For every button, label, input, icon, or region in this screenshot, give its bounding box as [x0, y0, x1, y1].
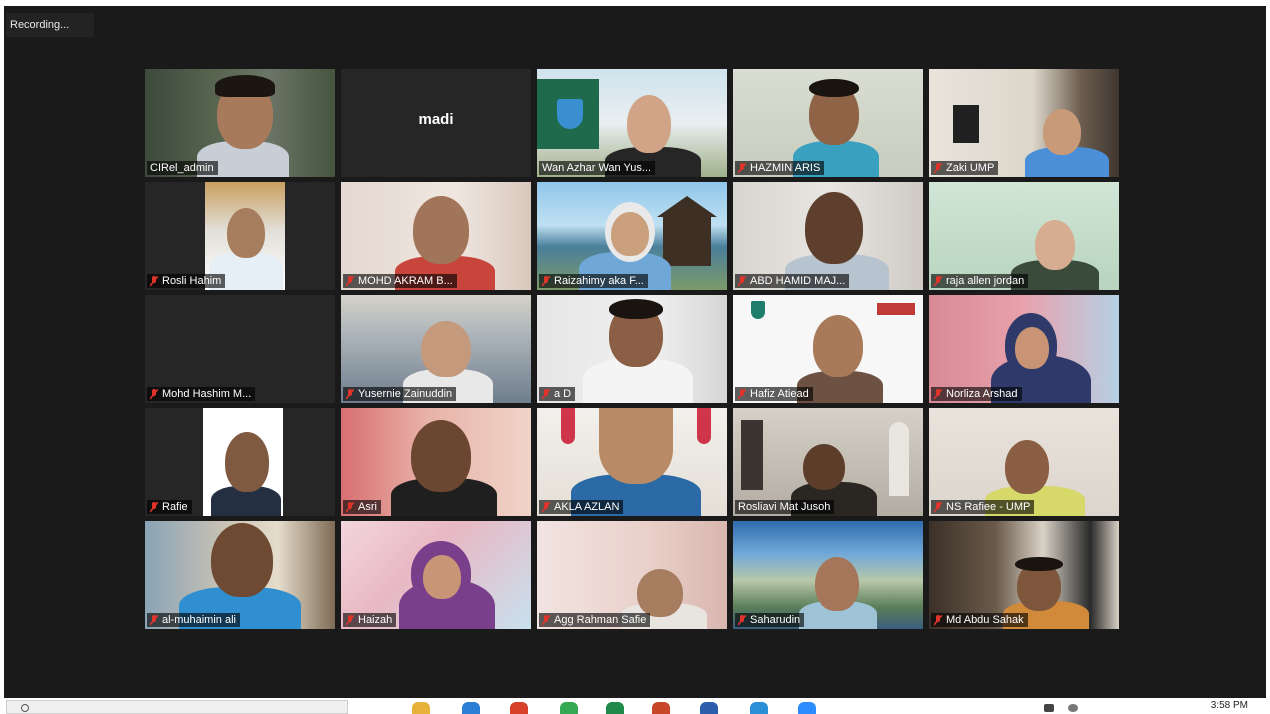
- muted-mic-icon: [150, 388, 158, 400]
- network-icon[interactable]: [1068, 704, 1078, 712]
- muted-mic-icon: [934, 275, 942, 287]
- muted-mic-icon: [738, 388, 746, 400]
- participant-name-label: MOHD AKRAM B...: [343, 274, 457, 288]
- chrome-icon[interactable]: [560, 702, 578, 714]
- windows-taskbar: 3:58 PM: [0, 698, 1270, 714]
- muted-mic-icon: [150, 275, 158, 287]
- word-icon[interactable]: [700, 702, 718, 714]
- video-tile[interactable]: ABD HAMID MAJ...: [733, 182, 923, 290]
- muted-mic-icon: [738, 275, 746, 287]
- participant-name-label: NS Rafiee - UMP: [931, 500, 1035, 514]
- muted-mic-icon: [346, 614, 354, 626]
- participant-name-label: CIRel_admin: [147, 161, 218, 175]
- muted-mic-icon: [542, 501, 550, 513]
- edge-browser-icon[interactable]: [462, 702, 480, 714]
- video-tile[interactable]: al-muhaimin ali: [145, 521, 335, 629]
- participant-name-label: ABD HAMID MAJ...: [735, 274, 850, 288]
- skype-icon[interactable]: [750, 702, 768, 714]
- participant-name-label: Rafie: [147, 500, 192, 514]
- muted-mic-icon: [542, 614, 550, 626]
- muted-mic-icon: [934, 614, 942, 626]
- video-tile[interactable]: Hafiz Atiead: [733, 295, 923, 403]
- participant-name-label: Yusernie Zainuddin: [343, 387, 457, 401]
- participant-name-label: Rosli Hahim: [147, 274, 226, 288]
- participant-name-label: Asri: [343, 500, 381, 514]
- video-tile[interactable]: Haizah: [341, 521, 531, 629]
- tray-chevron-icon[interactable]: [1044, 704, 1054, 712]
- participant-name-label: Norliza Arshad: [931, 387, 1022, 401]
- video-tile[interactable]: NS Rafiee - UMP: [929, 408, 1119, 516]
- video-tile[interactable]: Zaki UMP: [929, 69, 1119, 177]
- video-tile[interactable]: a D: [537, 295, 727, 403]
- gallery-view: CIRel_admin madi Wan Azhar Wan Yus... HA…: [145, 69, 1119, 629]
- search-icon: [21, 704, 29, 712]
- participant-name-label: Haizah: [343, 613, 397, 627]
- muted-mic-icon: [542, 388, 550, 400]
- participant-name-label: al-muhaimin ali: [147, 613, 240, 627]
- muted-mic-icon: [346, 501, 354, 513]
- taskbar-search-box[interactable]: [6, 700, 348, 714]
- video-tile[interactable]: Agg Rahman Safie: [537, 521, 727, 629]
- participant-name-label: madi: [418, 111, 454, 128]
- muted-mic-icon: [934, 388, 942, 400]
- powerpoint-icon[interactable]: [652, 702, 670, 714]
- taskbar-clock[interactable]: 3:58 PM: [1211, 700, 1248, 711]
- video-tile[interactable]: Yusernie Zainuddin: [341, 295, 531, 403]
- muted-mic-icon: [738, 162, 746, 174]
- muted-mic-icon: [346, 275, 354, 287]
- muted-mic-icon: [542, 275, 550, 287]
- muted-mic-icon: [150, 614, 158, 626]
- video-tile[interactable]: Md Abdu Sahak: [929, 521, 1119, 629]
- participant-name-label: Wan Azhar Wan Yus...: [539, 161, 656, 175]
- video-tile[interactable]: Raizahimy aka F...: [537, 182, 727, 290]
- participant-name-label: Zaki UMP: [931, 161, 999, 175]
- excel-icon[interactable]: [606, 702, 624, 714]
- participant-name-label: Raizahimy aka F...: [539, 274, 648, 288]
- muted-mic-icon: [738, 614, 746, 626]
- participant-name-label: Rosliavi Mat Jusoh: [735, 500, 835, 514]
- participant-name-label: a D: [539, 387, 576, 401]
- participant-name-label: Saharudin: [735, 613, 805, 627]
- video-tile[interactable]: Norliza Arshad: [929, 295, 1119, 403]
- video-tile[interactable]: CIRel_admin: [145, 69, 335, 177]
- muted-mic-icon: [150, 501, 158, 513]
- video-tile[interactable]: Rosli Hahim: [145, 182, 335, 290]
- participant-name-label: Agg Rahman Safie: [539, 613, 651, 627]
- video-tile[interactable]: AKLA AZLAN: [537, 408, 727, 516]
- video-tile[interactable]: MOHD AKRAM B...: [341, 182, 531, 290]
- video-tile[interactable]: Asri: [341, 408, 531, 516]
- muted-mic-icon: [934, 162, 942, 174]
- zoom-meeting-window: Recording... CIRel_admin madi Wan Azhar …: [4, 6, 1266, 698]
- video-tile[interactable]: raja allen jordan: [929, 182, 1119, 290]
- participant-name-label: AKLA AZLAN: [539, 500, 624, 514]
- file-explorer-icon[interactable]: [412, 702, 430, 714]
- video-tile[interactable]: Rafie: [145, 408, 335, 516]
- participant-name-label: Md Abdu Sahak: [931, 613, 1028, 627]
- video-tile[interactable]: Mohd Hashim M...: [145, 295, 335, 403]
- muted-mic-icon: [934, 501, 942, 513]
- office-icon[interactable]: [510, 702, 528, 714]
- muted-mic-icon: [346, 388, 354, 400]
- video-tile[interactable]: Saharudin: [733, 521, 923, 629]
- participant-name-label: Hafiz Atiead: [735, 387, 813, 401]
- recording-indicator[interactable]: Recording...: [6, 13, 94, 37]
- zoom-app-icon[interactable]: [798, 702, 816, 714]
- video-tile[interactable]: HAZMIN ARIS: [733, 69, 923, 177]
- participant-name-label: Mohd Hashim M...: [147, 387, 256, 401]
- participant-name-label: HAZMIN ARIS: [735, 161, 825, 175]
- participant-name-label: raja allen jordan: [931, 274, 1029, 288]
- video-tile[interactable]: Wan Azhar Wan Yus...: [537, 69, 727, 177]
- video-tile[interactable]: Rosliavi Mat Jusoh: [733, 408, 923, 516]
- video-tile[interactable]: madi: [341, 69, 531, 177]
